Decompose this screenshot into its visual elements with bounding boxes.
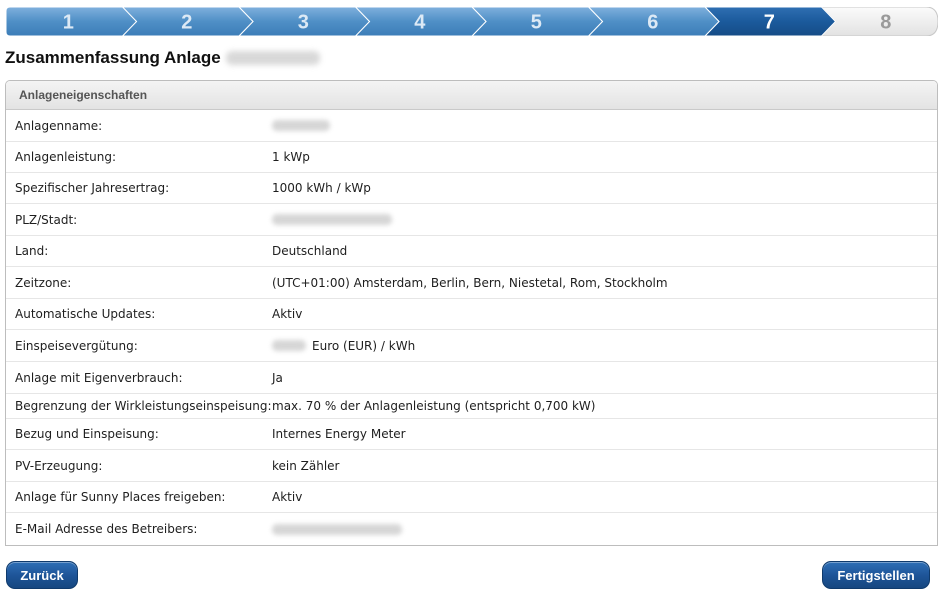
wizard-step-label: 1 bbox=[63, 12, 74, 34]
row-label: Spezifischer Jahresertrag: bbox=[15, 181, 170, 195]
row-timezone: Zeitzone: (UTC+01:00) Amsterdam, Berlin,… bbox=[6, 267, 937, 299]
row-value: Internes Energy Meter bbox=[272, 427, 406, 441]
row-label: Anlage für Sunny Places freigeben: bbox=[15, 490, 226, 504]
row-value: (UTC+01:00) Amsterdam, Berlin, Bern, Nie… bbox=[272, 275, 668, 290]
row-label: Anlage mit Eigenverbrauch: bbox=[15, 370, 183, 385]
row-label: PLZ/Stadt: bbox=[15, 212, 78, 227]
row-feed-in-tariff: Einspeisevergütung: Euro (EUR) / kWh bbox=[6, 330, 937, 362]
wizard-step-label: 3 bbox=[298, 12, 309, 34]
redacted-value bbox=[272, 523, 402, 535]
row-country: Land: Deutschland bbox=[6, 236, 937, 267]
row-value: Ja bbox=[272, 370, 283, 385]
row-value: 1000 kWh / kWp bbox=[272, 181, 371, 195]
row-label: Einspeisevergütung: bbox=[15, 338, 138, 353]
row-value: Aktiv bbox=[272, 490, 303, 504]
row-system-power: Anlagenleistung: 1 kWp bbox=[6, 142, 937, 173]
redacted-value bbox=[272, 340, 306, 351]
row-automatic-updates: Automatische Updates: Aktiv bbox=[6, 299, 937, 330]
wizard-step-label: 8 bbox=[880, 12, 891, 34]
wizard-step-label: 2 bbox=[181, 12, 192, 34]
row-sunny-places: Anlage für Sunny Places freigeben: Aktiv bbox=[6, 482, 937, 513]
redacted-system-name bbox=[225, 51, 320, 65]
row-label: Begrenzung der Wirkleistungseinspeisung: bbox=[15, 399, 272, 413]
page-title: Zusammenfassung Anlage bbox=[5, 46, 320, 70]
row-value: Deutschland bbox=[272, 244, 348, 258]
row-label: Anlagenname: bbox=[15, 118, 103, 133]
row-label: Bezug und Einspeisung: bbox=[15, 427, 159, 441]
wizard-steps: 1 2 3 4 5 6 7 8 bbox=[6, 7, 938, 36]
row-label: Zeitzone: bbox=[15, 275, 72, 290]
redacted-value bbox=[272, 214, 392, 225]
row-label: Automatische Updates: bbox=[15, 307, 156, 321]
row-value: kein Zähler bbox=[272, 458, 340, 473]
row-specific-yield: Spezifischer Jahresertrag: 1000 kWh / kW… bbox=[6, 173, 937, 204]
finish-button[interactable]: Fertigstellen bbox=[822, 561, 930, 589]
row-value bbox=[272, 214, 392, 225]
row-system-name: Anlagenname: bbox=[6, 110, 937, 142]
row-zip-city: PLZ/Stadt: bbox=[6, 204, 937, 236]
wizard-step-label: 4 bbox=[414, 12, 426, 34]
wizard-step-label: 5 bbox=[531, 12, 542, 34]
row-pv-generation: PV-Erzeugung: kein Zähler bbox=[6, 450, 937, 482]
back-button[interactable]: Zurück bbox=[6, 561, 78, 589]
row-self-consumption: Anlage mit Eigenverbrauch: Ja bbox=[6, 362, 937, 394]
row-label: PV-Erzeugung: bbox=[15, 458, 103, 473]
row-value bbox=[272, 523, 402, 535]
properties-panel: Anlageneigenschaften Anlagenname: Anlage… bbox=[5, 80, 938, 546]
row-label: Land: bbox=[15, 244, 49, 258]
redacted-value bbox=[272, 120, 330, 131]
wizard-step-label: 6 bbox=[647, 12, 658, 34]
row-label: E-Mail Adresse des Betreibers: bbox=[15, 522, 198, 536]
row-active-power-limit: Begrenzung der Wirkleistungseinspeisung:… bbox=[6, 394, 937, 419]
row-label: Anlagenleistung: bbox=[15, 150, 116, 164]
wizard-step-label: 7 bbox=[764, 12, 775, 34]
row-value: max. 70 % der Anlagenleistung (entsprich… bbox=[272, 399, 596, 413]
panel-header: Anlageneigenschaften bbox=[6, 81, 937, 110]
row-value: 1 kWp bbox=[272, 150, 310, 164]
row-operator-email: E-Mail Adresse des Betreibers: bbox=[6, 513, 937, 545]
row-purchase-feed-in: Bezug und Einspeisung: Internes Energy M… bbox=[6, 419, 937, 450]
row-value: Euro (EUR) / kWh bbox=[272, 339, 415, 353]
page-title-text: Zusammenfassung Anlage bbox=[5, 48, 221, 67]
row-value: Aktiv bbox=[272, 307, 303, 321]
row-value bbox=[272, 120, 330, 131]
tariff-unit: Euro (EUR) / kWh bbox=[312, 338, 416, 353]
